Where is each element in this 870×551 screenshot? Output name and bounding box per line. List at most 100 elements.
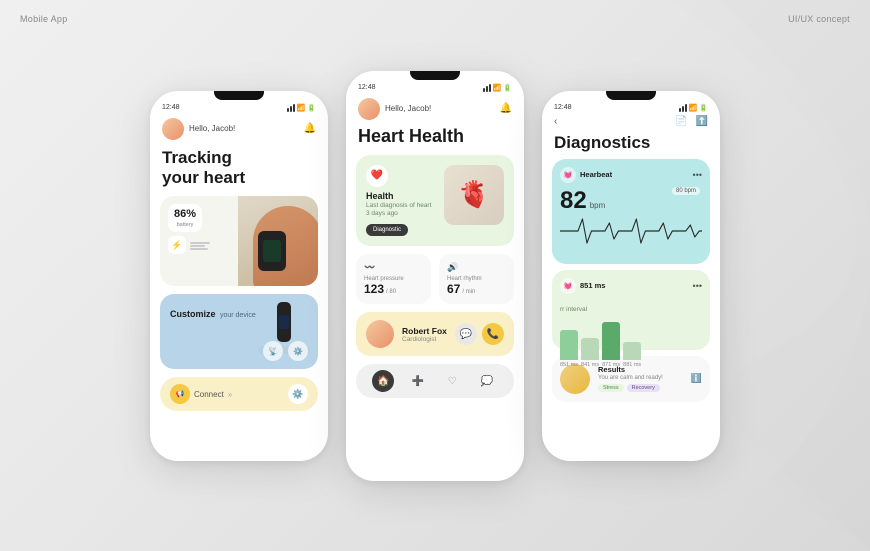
bpm-value: 82 xyxy=(560,187,587,215)
ecg-display xyxy=(560,215,702,247)
phone3-title: Diagnostics xyxy=(542,131,720,159)
phone2-time: 12:48 xyxy=(358,84,376,91)
phone3-nav-icons: 📄 ⬆️ xyxy=(675,116,708,127)
diagnostic-button[interactable]: Diagnostic xyxy=(366,224,408,236)
phone3-notch xyxy=(606,91,656,100)
nav-add[interactable]: ➕ xyxy=(407,370,429,392)
phone2-bell-icon[interactable]: 🔔 xyxy=(500,103,512,114)
phone1-time: 12:48 xyxy=(162,104,180,111)
rhythm-value: 67 xyxy=(447,282,460,296)
phone1-settings-circle[interactable]: ⚙️ xyxy=(288,384,308,404)
phone1-status-icons: 📶 🔋 xyxy=(287,104,316,112)
ms-bar-2: 841 ms xyxy=(581,338,599,368)
ms-bar-1: 851 ms xyxy=(560,330,578,368)
heartbeat-title-row: 💓 Hearbeat xyxy=(560,167,612,183)
heartbeat-icon-circle: 💓 xyxy=(560,167,576,183)
phone1-tracking-card: 86% battery ⚡ xyxy=(160,196,318,286)
ms-icon-circle: 💓 xyxy=(560,278,576,294)
ms-bar-label-3: 871 ms xyxy=(602,362,620,368)
ms-sub-label: rr interval xyxy=(560,306,587,313)
ms-value-label: 851 ms xyxy=(580,281,605,290)
nav-heart[interactable]: ♡ xyxy=(441,370,463,392)
battery-percent: 86% xyxy=(174,208,196,220)
health-card: ❤️ Health Last diagnosis of heart 3 days… xyxy=(356,155,514,247)
ecg-svg xyxy=(560,215,702,247)
gear-icon: ⚙️ xyxy=(292,389,303,400)
ms-card-header: 💓 851 ms ••• xyxy=(560,278,702,294)
heartbeat-card-header: 💓 Hearbeat ••• xyxy=(560,167,702,183)
phone1-customize-card: Customize your device 📡 ⚙️ xyxy=(160,294,318,369)
battery-label: battery xyxy=(177,222,194,228)
nav-home[interactable]: 🏠 xyxy=(372,370,394,392)
phone3-time: 12:48 xyxy=(554,104,572,111)
phone3-status-bar: 12:48 📶 🔋 xyxy=(542,100,720,114)
settings-icon[interactable]: ⚙️ xyxy=(288,341,308,361)
phone2-battery: 🔋 xyxy=(503,84,512,92)
radio-icon[interactable]: 📡 xyxy=(263,341,283,361)
phone2-signal xyxy=(483,84,491,92)
rhythm-unit: / min xyxy=(462,289,475,295)
customize-title: Customize xyxy=(170,309,216,319)
phone3-signal xyxy=(679,104,687,112)
heartbeat-title: Hearbeat xyxy=(580,170,612,179)
results-badges: Stress Recovery xyxy=(598,384,683,392)
connect-left: 📢 Connect » xyxy=(170,384,232,404)
phone2-title: Heart Health xyxy=(346,124,524,155)
results-info-icon[interactable]: ℹ️ xyxy=(691,373,702,384)
lightning-icon: ⚡ xyxy=(171,240,182,251)
heartbeat-card: 💓 Hearbeat ••• 82 bpm 80 bpm xyxy=(552,159,710,264)
ms-chart: 851 ms 841 ms 871 ms 881 ms xyxy=(560,322,702,368)
phone1-connect-bar[interactable]: 📢 Connect » ⚙️ xyxy=(160,377,318,411)
ms-bar-label-4: 881 ms xyxy=(623,362,641,368)
phone1-status-bar: 12:48 📶 🔋 xyxy=(150,100,328,114)
wifi-icon: 📶 xyxy=(297,104,306,112)
connect-circle: 📢 xyxy=(170,384,190,404)
results-sub: You are calm and ready! xyxy=(598,375,683,381)
phone-3: 12:48 📶 🔋 ‹ 📄 ⬆️ Diagnostics xyxy=(542,91,720,461)
metric-card-pressure: 〰️ Heart pressure 123 / 80 xyxy=(356,254,431,304)
battery-badge: 86% battery xyxy=(168,204,202,232)
pressure-unit: / 80 xyxy=(386,289,396,295)
bpm-unit: bpm xyxy=(590,201,606,210)
connect-arrows: » xyxy=(228,390,232,399)
lines-icon xyxy=(190,242,210,250)
customize-sub: your device xyxy=(220,312,256,319)
ms-menu[interactable]: ••• xyxy=(693,281,702,291)
metric-card-rhythm: 🔊 Heart rhythm 67 / min xyxy=(439,254,514,304)
phone3-wifi: 📶 xyxy=(689,104,698,112)
top-left-label: Mobile App xyxy=(20,14,68,24)
pressure-value: 123 xyxy=(364,282,384,296)
phones-container: 12:48 📶 🔋 Hello, Jacob! 🔔 Tracking your … xyxy=(130,51,740,501)
phone2-status-bar: 12:48 📶 🔋 xyxy=(346,80,524,94)
health-card-title: Health xyxy=(366,191,436,201)
phone1-title: Tracking your heart xyxy=(150,146,328,197)
ms-bar-3: 871 ms xyxy=(602,322,620,368)
phone2-notch xyxy=(410,71,460,80)
bpm-target: 80 bpm xyxy=(672,187,700,195)
battery-icon: 🔋 xyxy=(307,104,316,112)
chat-button[interactable]: 💬 xyxy=(455,323,477,345)
phone1-greeting: Hello, Jacob! xyxy=(189,124,235,133)
customize-actions: 📡 ⚙️ xyxy=(263,341,308,361)
phone1-bell-icon[interactable]: 🔔 xyxy=(304,123,316,134)
connect-label: Connect xyxy=(194,390,224,399)
share-icon[interactable]: ⬆️ xyxy=(696,116,708,127)
phone3-top-nav: ‹ 📄 ⬆️ xyxy=(542,114,720,131)
phone3-status-icons: 📶 🔋 xyxy=(679,104,708,112)
ms-card: 💓 851 ms ••• rr interval 851 ms 841 ms 8… xyxy=(552,270,710,350)
phone1-avatar xyxy=(162,118,184,140)
file-icon[interactable]: 📄 xyxy=(675,116,687,127)
back-icon[interactable]: ‹ xyxy=(554,116,557,127)
phone3-battery: 🔋 xyxy=(699,104,708,112)
phone1-card-left: 86% battery ⚡ xyxy=(160,196,238,286)
call-button[interactable]: 📞 xyxy=(482,323,504,345)
top-right-label: UI/UX concept xyxy=(788,14,850,24)
doctor-card: Robert Fox Cardiologist 💬 📞 xyxy=(356,312,514,356)
phone2-status-icons: 📶 🔋 xyxy=(483,84,512,92)
ms-bar-label-2: 841 ms xyxy=(581,362,599,368)
doctor-info: Robert Fox Cardiologist xyxy=(402,326,447,343)
phone2-nav-bar: 🏠 ➕ ♡ 💭 xyxy=(356,364,514,398)
doctor-role: Cardiologist xyxy=(402,336,447,343)
nav-chat[interactable]: 💭 xyxy=(476,370,498,392)
heartbeat-menu[interactable]: ••• xyxy=(693,170,702,180)
